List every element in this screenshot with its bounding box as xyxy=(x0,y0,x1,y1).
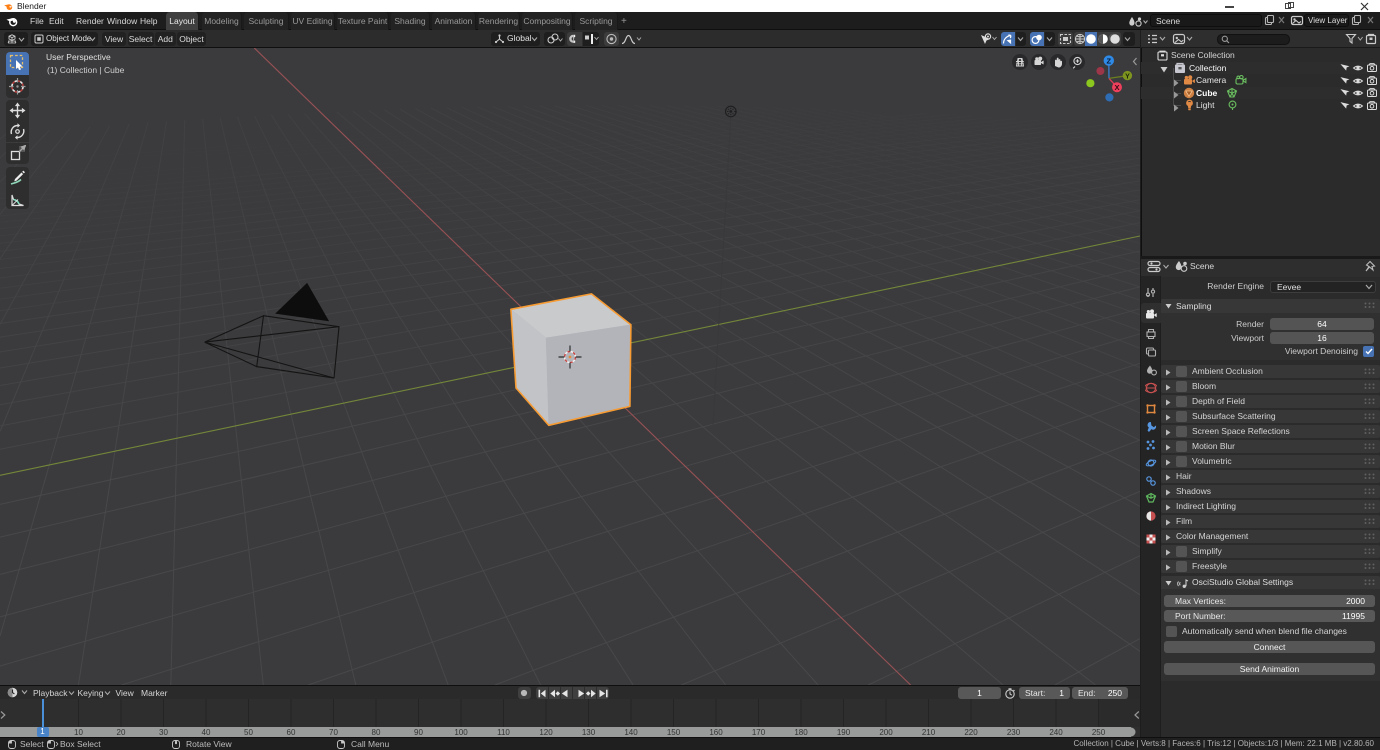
svg-text:Z: Z xyxy=(1107,57,1112,66)
svg-text:Y: Y xyxy=(1125,74,1130,81)
svg-text:X: X xyxy=(1114,83,1119,92)
